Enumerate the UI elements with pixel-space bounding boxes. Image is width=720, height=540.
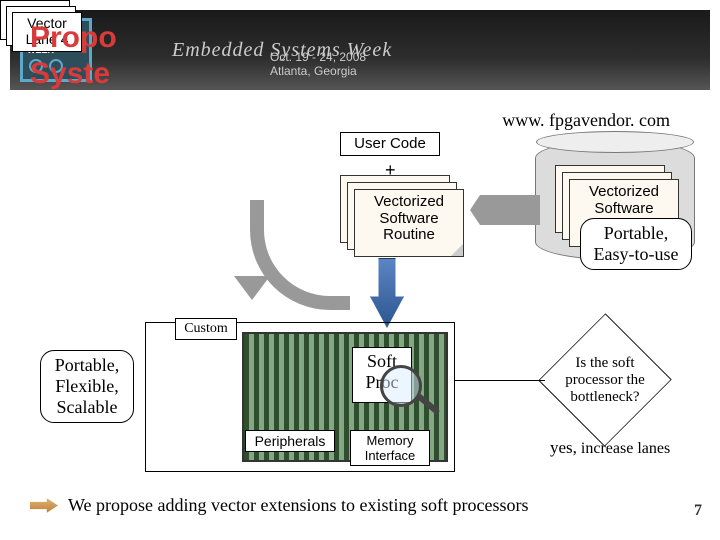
callout-portable-easy: Portable, Easy-to-use [580,218,692,270]
vectorized-routine-card: Vectorized Software Routine [354,189,464,257]
callout-portable-flexible: Portable, Flexible, Scalable [40,350,134,423]
decision-yes-branch: yes, increase lanes [550,438,670,458]
user-code-box: User Code [340,132,440,156]
banner-subtitle: Oct. 19 - 24, 2008Atlanta, Georgia [270,50,366,78]
decision-diamond: Is the soft processor the bottleneck? [540,330,670,430]
peripherals-label: Peripherals [245,430,335,452]
conclusion-text: We propose adding vector extensions to e… [68,495,528,516]
conclusion-row: We propose adding vector extensions to e… [30,495,690,516]
arrow-left-icon [470,195,540,225]
page-number: 7 [694,502,702,520]
custom-label: Custom [175,318,237,340]
arrow-down-icon [370,258,404,328]
vendor-url: www. fpgavendor. com [502,110,670,131]
memory-interface-label: Memory Interface [350,430,430,466]
pointing-hand-icon [30,497,58,515]
connector-line [455,380,545,381]
arrow-curve-icon [250,200,350,310]
slide-title: PropoSyste [30,20,117,92]
magnifier-icon [380,365,422,407]
